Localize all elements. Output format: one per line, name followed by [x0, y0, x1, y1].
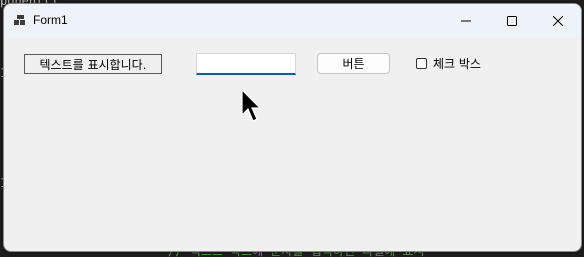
maximize-icon	[507, 16, 517, 26]
close-icon	[553, 16, 563, 26]
checkbox-label[interactable]: 체크 박스	[433, 55, 481, 72]
check-box[interactable]: 체크 박스	[416, 55, 481, 71]
title-bar[interactable]: Form1	[4, 4, 581, 38]
maximize-button[interactable]	[489, 4, 535, 38]
close-button[interactable]	[535, 4, 581, 38]
minimize-button[interactable]	[443, 4, 489, 38]
minimize-icon	[461, 20, 471, 22]
mouse-pointer-icon	[241, 89, 261, 122]
action-button[interactable]: 버튼	[317, 53, 390, 74]
text-input[interactable]	[196, 53, 296, 75]
form-window: Form1 텍스트를 표시합니다. 버튼 체크 박스	[3, 3, 582, 252]
winforms-app-icon	[14, 15, 25, 25]
checkbox-square[interactable]	[416, 57, 427, 69]
window-title: Form1	[33, 13, 68, 27]
display-label: 텍스트를 표시합니다.	[24, 54, 162, 74]
